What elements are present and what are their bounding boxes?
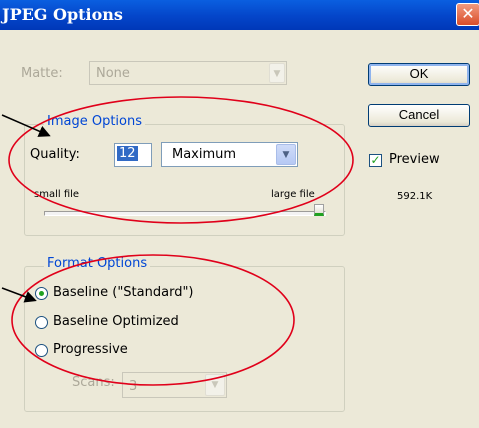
annotation-ellipse <box>11 254 295 386</box>
annotation-arrow <box>1 114 51 137</box>
annotation-ellipse <box>8 96 354 224</box>
jpeg-options-dialog: JPEG Options ✕ Matte: None ▼ Image Optio… <box>0 0 479 428</box>
annotation-overlay <box>1 96 354 386</box>
